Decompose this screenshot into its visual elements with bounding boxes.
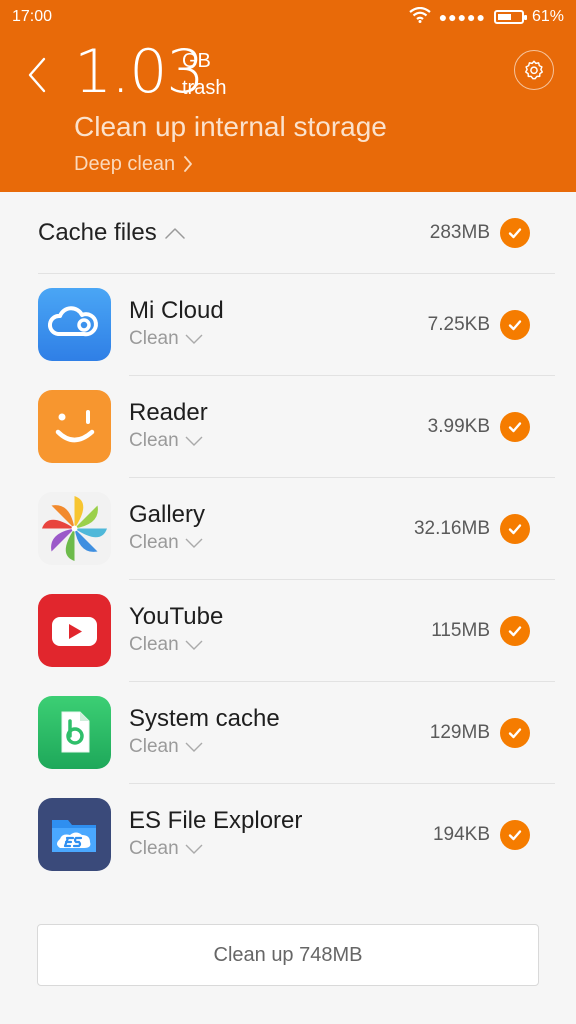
cache-files-header[interactable]: Cache files 283MB <box>0 192 576 274</box>
app-status-dropdown[interactable]: Clean <box>129 530 205 556</box>
trash-size-unit: GB <box>182 50 211 72</box>
checkmark-icon <box>508 626 522 637</box>
gallery-icon <box>38 492 111 565</box>
chevron-down-icon <box>185 436 203 446</box>
es-file-explorer-icon <box>38 798 111 871</box>
app-status-dropdown[interactable]: Clean <box>129 632 223 658</box>
mi-cloud-icon <box>38 288 111 361</box>
chevron-down-icon <box>185 640 203 650</box>
back-button[interactable] <box>22 55 52 95</box>
checkmark-icon <box>508 320 522 331</box>
battery-percent: 61% <box>531 8 564 25</box>
deep-clean-link[interactable]: Deep clean <box>74 152 193 176</box>
header: 17:00 ●●●●● 61% 1.03 GB trash Clean up i… <box>0 0 576 192</box>
app-status-dropdown[interactable]: Clean <box>129 734 280 760</box>
app-checkbox[interactable] <box>500 310 530 340</box>
app-name: Reader <box>129 399 208 426</box>
checkmark-icon <box>508 422 522 433</box>
app-checkbox[interactable] <box>500 616 530 646</box>
app-name: System cache <box>129 705 280 732</box>
cache-files-title: Cache files <box>38 219 157 246</box>
youtube-icon <box>38 594 111 667</box>
wifi-icon <box>409 6 431 28</box>
status-bar: 17:00 ●●●●● 61% <box>0 0 576 34</box>
chevron-down-icon <box>185 844 203 854</box>
cache-files-checkbox[interactable] <box>500 218 530 248</box>
system-cache-icon <box>38 696 111 769</box>
list-item[interactable]: Gallery Clean 32.16MB <box>0 478 576 580</box>
chevron-down-icon <box>185 742 203 752</box>
app-status-label: Clean <box>129 634 179 655</box>
list-item[interactable]: System cache Clean 129MB <box>0 682 576 784</box>
signal-icon: ●●●●● <box>438 9 486 25</box>
app-cache-size: 115MB <box>431 620 490 641</box>
app-status-label: Clean <box>129 838 179 859</box>
chevron-up-icon <box>164 228 185 239</box>
app-status-dropdown[interactable]: Clean <box>129 836 302 862</box>
app-cache-size: 3.99KB <box>427 416 490 437</box>
status-time: 17:00 <box>12 8 53 25</box>
app-status-dropdown[interactable]: Clean <box>129 326 224 352</box>
app-checkbox[interactable] <box>500 514 530 544</box>
app-cache-size: 194KB <box>432 824 490 845</box>
checkmark-icon <box>508 728 522 739</box>
app-status-label: Clean <box>129 532 179 553</box>
app-checkbox[interactable] <box>500 820 530 850</box>
checkmark-icon <box>508 830 522 841</box>
list-item[interactable]: ES File Explorer Clean 194KB <box>0 784 576 886</box>
app-status-label: Clean <box>129 430 179 451</box>
battery-icon <box>493 10 527 24</box>
cache-files-size: 283MB <box>429 222 490 243</box>
list-item[interactable]: YouTube Clean 115MB <box>0 580 576 682</box>
app-name: YouTube <box>129 603 224 630</box>
page-title: Clean up internal storage <box>74 111 387 142</box>
chevron-down-icon <box>185 538 203 548</box>
checkmark-icon <box>508 524 522 535</box>
trash-size-label: trash <box>182 77 227 99</box>
chevron-left-icon <box>28 57 46 93</box>
chevron-right-icon <box>184 156 193 172</box>
gear-icon <box>525 60 543 80</box>
app-name: ES File Explorer <box>129 807 303 834</box>
list-item[interactable]: Reader Clean 3.99KB <box>0 376 576 478</box>
deep-clean-label: Deep clean <box>74 153 176 175</box>
app-cache-size: 7.25KB <box>427 314 490 335</box>
storage-cleaner-screen: 17:00 ●●●●● 61% 1.03 GB trash Clean up i… <box>0 0 576 1024</box>
reader-icon <box>38 390 111 463</box>
list-item[interactable]: Mi Cloud Clean 7.25KB <box>0 274 576 376</box>
checkmark-icon <box>508 228 522 239</box>
app-cache-list: Mi Cloud Clean 7.25KB Reader Clean 3.99K… <box>0 274 576 886</box>
settings-button[interactable] <box>514 50 554 90</box>
app-checkbox[interactable] <box>500 412 530 442</box>
app-cache-size: 32.16MB <box>413 518 490 539</box>
app-name: Mi Cloud <box>129 297 224 324</box>
app-name: Gallery <box>129 501 206 528</box>
chevron-down-icon <box>185 334 203 344</box>
app-cache-size: 129MB <box>429 722 490 743</box>
app-status-label: Clean <box>129 736 179 757</box>
app-status-label: Clean <box>129 328 179 349</box>
app-checkbox[interactable] <box>500 718 530 748</box>
app-status-dropdown[interactable]: Clean <box>129 428 208 454</box>
clean-up-button[interactable]: Clean up 748MB <box>37 924 539 986</box>
